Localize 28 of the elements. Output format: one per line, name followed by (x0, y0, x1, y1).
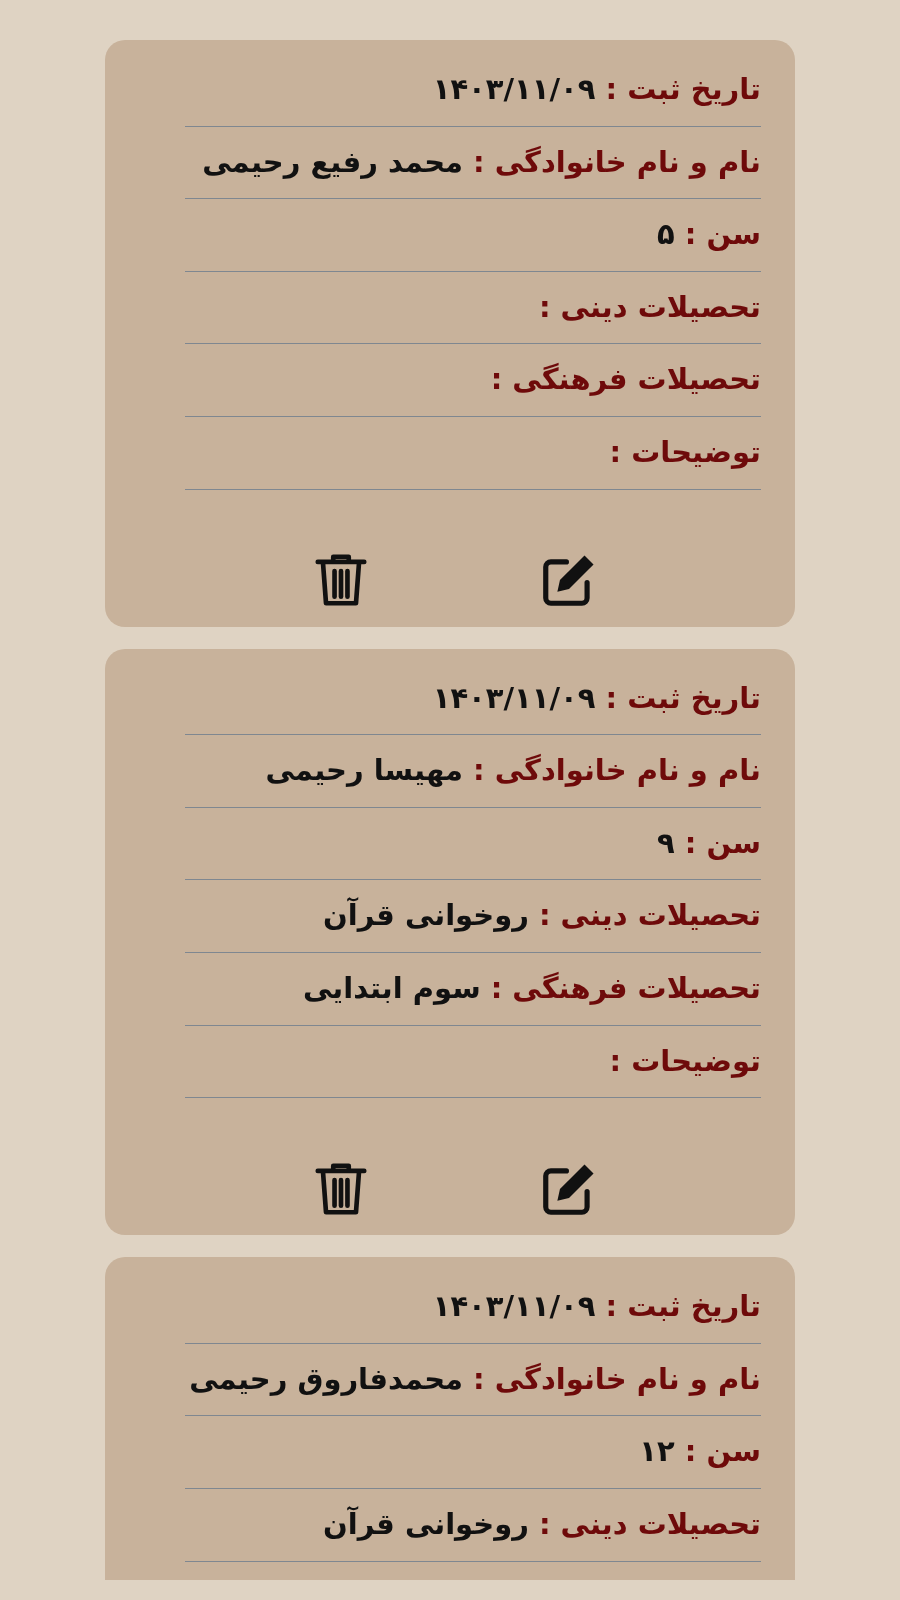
field-value: ۱۴۰۳/۱۱/۰۹ (432, 679, 596, 717)
field-value: محمد رفیع رحیمی (202, 143, 464, 181)
field-value: ۱۴۰۳/۱۱/۰۹ (432, 1288, 596, 1326)
field-value: ۹ (657, 824, 675, 862)
field-label: توضیحات : (609, 1042, 761, 1080)
field-value: محمدفاروق رحیمی (189, 1360, 464, 1398)
field-label: تحصیلات فرهنگی : (490, 970, 761, 1007)
field-value: ۱۲ (639, 1433, 675, 1471)
field-label: نام و نام خانوادگی : (473, 143, 761, 181)
field-value: روخوانی قرآن (323, 896, 529, 935)
field-label: تحصیلات دینی : (538, 1505, 761, 1543)
field-label: تحصیلات فرهنگی : (490, 361, 761, 399)
field-label: سن : (684, 1433, 761, 1471)
field-label: توضیحات : (609, 434, 761, 471)
field-label: تحصیلات دینی : (538, 897, 761, 935)
field-value: روخوانی قرآن (323, 1505, 529, 1543)
field-value: ۱۴۰۳/۱۱/۰۹ (432, 71, 596, 109)
field-label: تاریخ ثبت : (605, 679, 761, 717)
field-label: سن : (684, 824, 761, 862)
field-label: نام و نام خانوادگی : (473, 752, 761, 790)
field-label: سن : (684, 216, 761, 254)
field-label: تاریخ ثبت : (605, 1288, 761, 1326)
field-value: سوم ابتدایی (303, 970, 481, 1007)
field-label: تحصیلات دینی : (538, 288, 761, 326)
field-value: ۵ (657, 216, 675, 254)
field-value: مهیسا رحیمی (265, 752, 464, 790)
field-label: تاریخ ثبت : (605, 71, 761, 109)
field-label: نام و نام خانوادگی : (473, 1360, 761, 1398)
